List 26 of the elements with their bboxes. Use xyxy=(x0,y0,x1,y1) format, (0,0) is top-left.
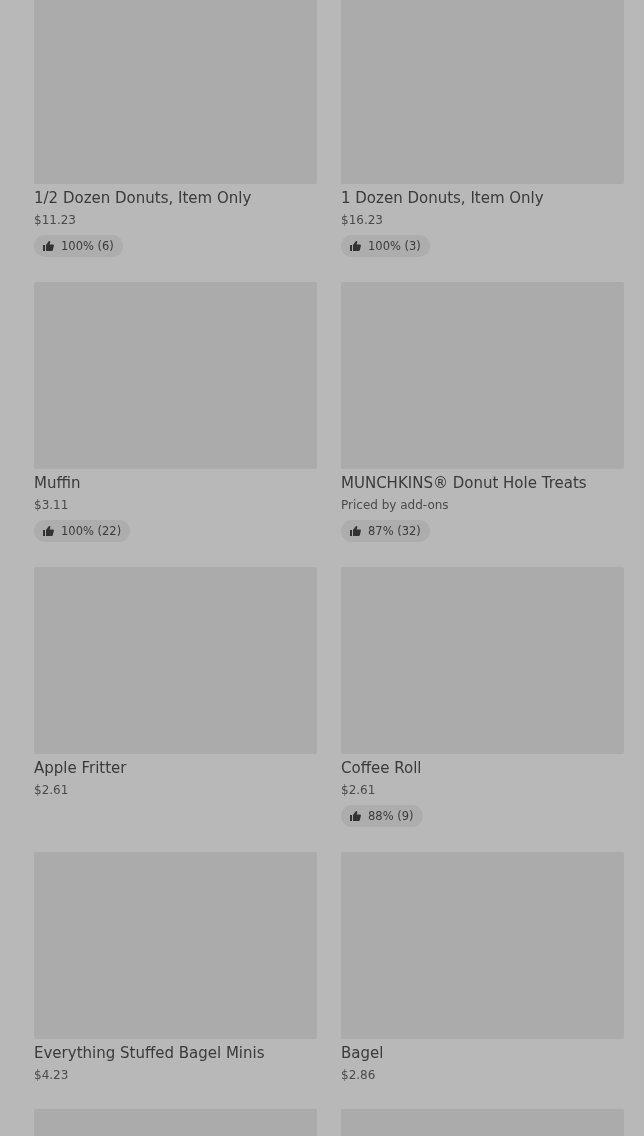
product-name[interactable]: MUNCHKINS® Donut Hole Treats xyxy=(341,473,624,493)
product-name[interactable]: Everything Stuffed Bagel Minis xyxy=(34,1043,317,1063)
product-price: $2.61 xyxy=(341,782,377,799)
product-price: $2.86 xyxy=(341,1067,377,1084)
product-price: $2.61 xyxy=(34,782,70,799)
thumbs-up-icon xyxy=(43,241,54,251)
product-price: Priced by add-ons xyxy=(341,497,450,514)
thumbs-up-icon xyxy=(43,526,54,536)
product-name[interactable]: 1 Dozen Donuts, Item Only xyxy=(341,188,624,208)
product-price: $11.23 xyxy=(34,212,77,229)
rating-text: 100% (6) xyxy=(61,239,114,253)
product-price: $3.11 xyxy=(34,497,70,514)
thumbs-up-icon xyxy=(350,526,361,536)
product-name[interactable]: 1/2 Dozen Donuts, Item Only xyxy=(34,188,317,208)
product-name[interactable]: Apple Fritter xyxy=(34,758,317,778)
rating-text: 87% (32) xyxy=(368,524,421,538)
product-name[interactable]: Muffin xyxy=(34,473,317,493)
product-name[interactable]: Bagel xyxy=(341,1043,624,1063)
product-price: $4.23 xyxy=(34,1067,70,1084)
thumbs-up-icon xyxy=(350,811,361,821)
rating-text: 100% (22) xyxy=(61,524,122,538)
product-name[interactable]: Coffee Roll xyxy=(341,758,624,778)
rating-text: 88% (9) xyxy=(368,809,414,823)
thumbs-up-icon xyxy=(350,241,361,251)
product-price: $16.23 xyxy=(341,212,384,229)
rating-text: 100% (3) xyxy=(368,239,421,253)
